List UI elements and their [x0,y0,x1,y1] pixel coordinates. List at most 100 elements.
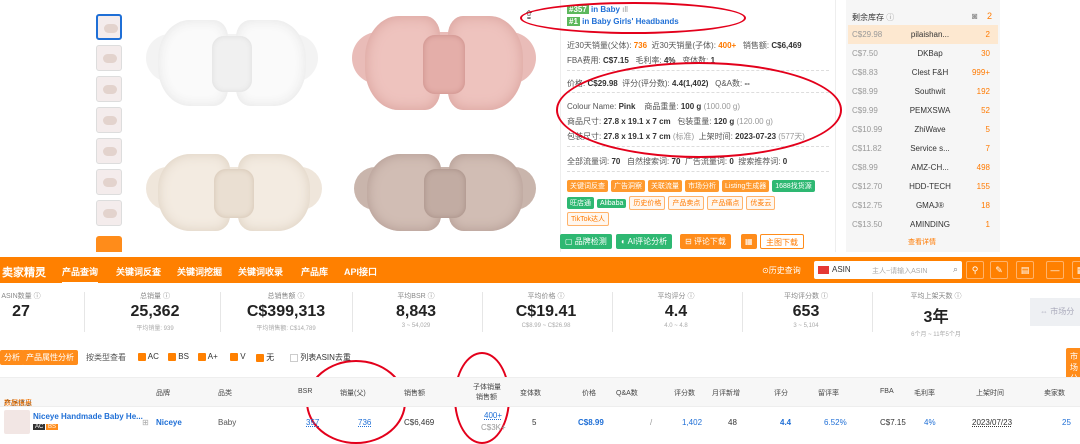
image-download-button[interactable]: 主图下载 [760,234,804,249]
stock-row[interactable]: C$8.99 Southwit 192 [848,82,998,101]
attribute-analysis-button[interactable]: 产品属性分析 [22,350,78,365]
stock-row[interactable]: C$8.99 AMZ-CH... 498 [848,158,998,177]
stock-row[interactable]: C$9.99 PEMXSWA 52 [848,101,998,120]
review-download-button[interactable]: ⊟ 评论下载 [680,234,731,249]
header-ratings[interactable]: 评分数 [674,388,695,398]
thumbnail[interactable] [96,14,122,40]
thumbnail[interactable] [96,107,122,133]
stat-avg-rating-count: 平均评分数 ⓘ 653 3 ~ 5,104 [784,293,828,329]
tag-ad-insight[interactable]: 广告洞察 [611,180,645,192]
tag-pain-points[interactable]: 产品痛点 [707,196,744,210]
cell-date: 2023/07/23 [972,418,1013,427]
save-icon[interactable]: ▤ [1016,261,1034,279]
thumbnail[interactable] [96,138,122,164]
stock-count: 2 [986,11,992,21]
product-title[interactable]: Niceye Handmade Baby He... [33,412,143,421]
nav-product-query[interactable]: 产品查询 [62,265,99,284]
product-panel: ⇪ #357 in Baby ıll #1 in Baby Girls' Hea… [0,0,1080,252]
tag-tiktok[interactable]: TikTok达人 [567,212,609,226]
ai-review-button[interactable]: ◐ AI评论分析 [616,234,673,249]
tag-market-analysis[interactable]: 市场分析 [685,180,719,192]
brand-check-button[interactable]: ▢ 品牌检测 [560,234,612,249]
nav-product-db[interactable]: 产品库 [301,265,328,278]
stock-row[interactable]: C$29.98 pilaishan... 2 [848,25,998,44]
filter-icon[interactable]: ⚲ [966,261,984,279]
search-icon[interactable]: ⌕ [953,264,958,275]
cell-sales[interactable]: 736 [358,418,371,427]
cell-fba: C$7.15 [880,418,906,427]
tag-related-traffic[interactable]: 关联流量 [648,180,682,192]
cell-price[interactable]: C$8.99 [578,418,604,427]
tag-youmaiyun[interactable]: 优麦云 [746,196,776,210]
thumbnail[interactable] [96,169,122,195]
view-details-link[interactable]: 查看详情 [908,237,936,247]
tag-wangdiantong[interactable]: 旺店通 [567,197,594,209]
tag-listing-generator[interactable]: Listing生成器 [722,180,770,192]
header-revenue[interactable]: 销售额 [404,388,425,398]
header-fba[interactable]: FBA [880,388,894,395]
stock-row[interactable]: C$7.50 DKBap 30 [848,44,998,63]
cell-child-sales[interactable]: 400+ [484,411,502,420]
history-link[interactable]: ⊙历史查询 [762,265,801,276]
cell-ratings[interactable]: 1,402 [682,418,702,427]
thumbnail[interactable] [96,76,122,102]
cell-bsr[interactable]: 357 [306,418,319,427]
header-child-revenue[interactable]: 销售额 [476,392,497,402]
tag-selling-points[interactable]: 产品卖点 [668,196,705,210]
tag-price-history[interactable]: 历史价格 [629,196,666,210]
tag-1688[interactable]: 1688找货源 [772,180,815,192]
header-variants[interactable]: 变体数 [520,388,541,398]
stock-row[interactable]: C$12.70 HDD-TECH 155 [848,177,998,196]
type-filter-aplus[interactable]: A+ [198,352,218,361]
nav-keyword-mining[interactable]: 关键词挖掘 [177,265,222,278]
search-input[interactable]: 主人~请输入ASIN [872,266,927,276]
header-bsr[interactable]: BSR [298,388,312,395]
header-rating[interactable]: 评分 [774,388,788,398]
stat-avg-price: 平均价格 ⓘ C$19.41 C$8.99 ~ C$26.98 [515,293,577,329]
nav-api[interactable]: API接口 [344,265,377,278]
header-sellers[interactable]: 卖家数 [1044,388,1065,398]
type-filter-ac[interactable]: AC [138,352,159,361]
type-filter-bs[interactable]: BS [168,352,189,361]
camera-icon[interactable] [96,236,122,252]
cell-brand[interactable]: Niceye [156,418,182,427]
search-mode[interactable]: ASIN [832,265,851,274]
cell-rating[interactable]: 4.4 [780,418,791,427]
table-row[interactable]: Niceye Handmade Baby He... AC BS ⊞ Nicey… [0,408,1080,436]
header-sales[interactable]: 销量(父) [340,388,366,398]
grid-icon[interactable]: ▦ [1072,261,1080,279]
market-button[interactable]: ⇔ 市场分 [1030,298,1080,326]
thumbnail[interactable] [96,200,122,226]
stock-row[interactable]: C$13.50 AMINDING 1 [848,215,998,234]
stock-row[interactable]: C$8.83 Clest F&H 999+ [848,63,998,82]
header-child-sales[interactable]: 子体销量 [473,382,501,392]
header-qa[interactable]: Q&A数 [616,388,638,398]
calculator-icon[interactable]: ▦ [741,234,757,249]
tag-alibaba[interactable]: Alibaba [597,199,627,208]
product-thumbnail[interactable] [4,410,30,434]
stock-row[interactable]: C$10.99 ZhiWave 5 [848,120,998,139]
nav-keyword-index[interactable]: 关键词收录 [238,265,283,278]
cell-sellers[interactable]: 25 [1062,418,1071,427]
tag-keyword-reverse[interactable]: 关键词反查 [567,180,608,192]
asin-search[interactable]: ASIN 主人~请输入ASIN ⌕ [814,261,962,279]
cell-margin[interactable]: 4% [924,418,936,427]
header-monthly[interactable]: 月评新增 [712,388,740,398]
header-price[interactable]: 价格 [582,388,596,398]
header-review-rate[interactable]: 留评率 [818,388,839,398]
type-filter-v[interactable]: V [230,352,246,361]
type-filter-none[interactable]: 无 [256,352,274,363]
thumbnail[interactable] [96,45,122,71]
camera-icon[interactable]: ◙ [972,11,977,21]
stock-row[interactable]: C$12.75 GMAJ® 18 [848,196,998,215]
minimize-icon[interactable]: — [1046,261,1064,279]
header-margin[interactable]: 毛利率 [914,388,935,398]
analysis-button[interactable]: 分析 [0,350,24,365]
tool-icon[interactable]: ✎ [990,261,1008,279]
dedupe-checkbox[interactable]: 列表ASIN去重 [290,352,351,363]
product-image [128,0,556,252]
header-date[interactable]: 上架时间 [976,388,1004,398]
export-link[interactable]: 数据报表 [4,398,32,408]
nav-keyword-reverse[interactable]: 关键词反查 [116,265,161,278]
stock-row[interactable]: C$11.82 Service s... 7 [848,139,998,158]
